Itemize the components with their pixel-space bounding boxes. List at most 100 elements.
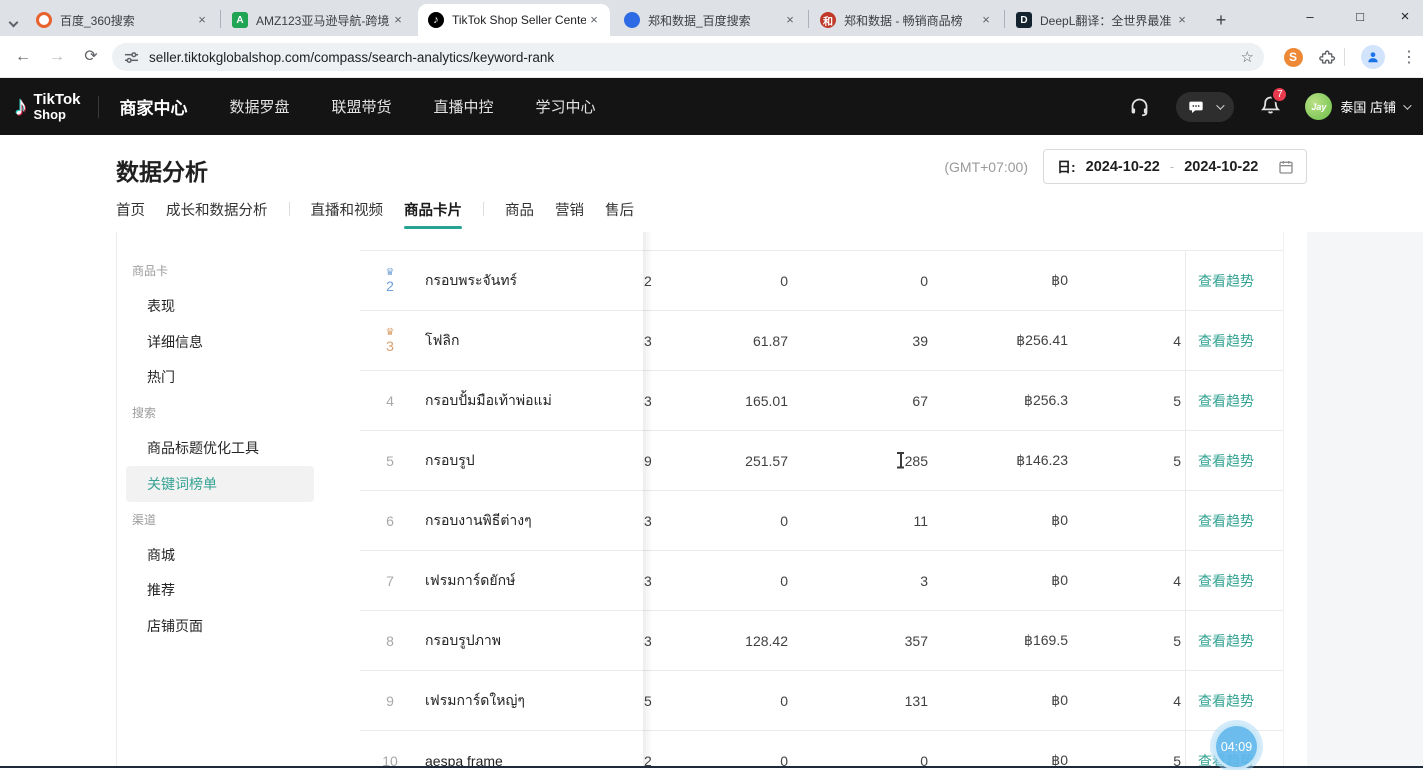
- back-button[interactable]: ←: [10, 44, 36, 70]
- sidebar-item[interactable]: 热门: [117, 360, 322, 396]
- bookmark-star-icon[interactable]: ☆: [1241, 48, 1254, 66]
- browser-tab-strip: 百度_360搜索×AAMZ123亚马逊导航-跨境×♪TikTok Shop Se…: [0, 0, 1423, 36]
- date-range-picker[interactable]: 日: 2024-10-22 - 2024-10-22: [1043, 149, 1307, 184]
- rank-number: 4: [386, 393, 394, 409]
- tab-close-icon[interactable]: ×: [782, 12, 798, 28]
- metric-value-3: ฿146.23: [928, 431, 1068, 490]
- browser-tab-2[interactable]: AAMZ123亚马逊导航-跨境×: [222, 4, 414, 36]
- date-start-value[interactable]: 2024-10-22: [1086, 159, 1160, 175]
- analytics-tab-3[interactable]: 直播和视频: [311, 199, 384, 228]
- header-nav-3[interactable]: 联盟带货: [331, 96, 391, 117]
- chat-messages-button[interactable]: [1176, 92, 1234, 122]
- rank-cell: 9: [368, 671, 412, 730]
- analytics-tab-1[interactable]: 首页: [116, 199, 145, 228]
- sidebar-item[interactable]: 商城: [117, 537, 322, 573]
- tab-close-icon[interactable]: ×: [1174, 12, 1190, 28]
- sidebar-item[interactable]: 关键词榜单: [126, 466, 314, 502]
- sidebar-item[interactable]: 店铺页面: [117, 608, 322, 644]
- sidebar-item[interactable]: 表现: [117, 289, 322, 325]
- analytics-tab-4[interactable]: 商品卡片: [404, 199, 462, 228]
- metric-value-1: 165.01: [668, 371, 788, 430]
- header-nav-5[interactable]: 学习中心: [536, 96, 596, 117]
- store-chevron-down-icon[interactable]: [1403, 101, 1411, 109]
- rank-number: 5: [386, 453, 394, 469]
- view-trend-link[interactable]: 查看趋势: [1198, 391, 1254, 411]
- reload-button[interactable]: ⟳: [78, 44, 104, 70]
- tab-close-icon[interactable]: ×: [390, 12, 406, 28]
- header-nav-2[interactable]: 数据罗盘: [229, 96, 289, 117]
- view-trend-link[interactable]: 查看趋势: [1198, 271, 1254, 291]
- clipped-right-value: [1141, 251, 1181, 310]
- sidebar-item[interactable]: 推荐: [117, 573, 322, 609]
- view-trend-link[interactable]: 查看趋势: [1198, 331, 1254, 351]
- date-end-value[interactable]: 2024-10-22: [1184, 159, 1258, 175]
- metric-value-2: 3: [808, 551, 928, 610]
- tiktok-shop-logo[interactable]: ♪ TikTok Shop: [14, 91, 80, 122]
- calendar-icon[interactable]: [1278, 159, 1294, 175]
- extensions-puzzle-icon[interactable]: [1314, 44, 1340, 70]
- view-trend-link[interactable]: 查看趋势: [1198, 511, 1254, 531]
- date-granularity-label[interactable]: 日:: [1057, 157, 1076, 177]
- clipped-left-value: 3: [644, 371, 652, 430]
- metric-value-2: 67: [808, 371, 928, 430]
- rank-cell: 5: [368, 431, 412, 490]
- keyword-rank-table: ♛2กรอบพระจันทร์200฿0查看趋势♛3โฟลิก361.8739฿…: [360, 232, 1283, 768]
- site-settings-icon[interactable]: [124, 50, 139, 65]
- browser-tab-6[interactable]: DDeepL翻译：全世界最准×: [1006, 4, 1198, 36]
- window-close-button[interactable]: ×: [1383, 0, 1423, 34]
- metric-value-1: 0: [668, 731, 788, 768]
- browser-profile-avatar[interactable]: [1360, 44, 1386, 70]
- analytics-tab-5[interactable]: 商品: [505, 199, 534, 228]
- metric-value-2: 131: [808, 671, 928, 730]
- view-trend-link[interactable]: 查看趋势: [1198, 571, 1254, 591]
- url-text[interactable]: seller.tiktokglobalshop.com/compass/sear…: [149, 50, 1241, 65]
- extension-s-icon[interactable]: S: [1280, 44, 1306, 70]
- store-name[interactable]: 泰国 店铺: [1340, 97, 1396, 116]
- analytics-tab-2[interactable]: 成长和数据分析: [166, 199, 268, 228]
- rank-number: 2: [386, 278, 394, 294]
- table-row: ♛3โฟลิก361.8739฿256.414查看趋势: [360, 311, 1283, 371]
- address-bar[interactable]: seller.tiktokglobalshop.com/compass/sear…: [112, 43, 1264, 71]
- browser-tab-4[interactable]: 郑和数据_百度搜索×: [614, 4, 806, 36]
- view-trend-link[interactable]: 查看趋势: [1198, 631, 1254, 651]
- browser-tab-3[interactable]: ♪TikTok Shop Seller Center×: [418, 4, 610, 36]
- analytics-tab-6[interactable]: 营销: [555, 199, 584, 228]
- table-row: 5กรอบรูป9251.57285฿146.235查看趋势: [360, 431, 1283, 491]
- rank-number: 8: [386, 633, 394, 649]
- store-avatar[interactable]: Jay: [1305, 93, 1332, 120]
- browser-menu-kebab-icon[interactable]: ⋮: [1396, 44, 1422, 70]
- metric-value-2: 0: [808, 251, 928, 310]
- sidebar-item[interactable]: 详细信息: [117, 324, 322, 360]
- browser-tab-1[interactable]: 百度_360搜索×: [26, 4, 218, 36]
- window-maximize-button[interactable]: □: [1338, 0, 1382, 34]
- tab-close-icon[interactable]: ×: [194, 12, 210, 28]
- window-minimize-button[interactable]: –: [1288, 0, 1332, 34]
- recording-timer-bubble[interactable]: 04:09: [1213, 723, 1260, 770]
- new-tab-button[interactable]: +: [1208, 8, 1234, 34]
- sidebar-item[interactable]: 商品标题优化工具: [117, 431, 322, 467]
- tab-close-icon[interactable]: ×: [586, 12, 602, 28]
- clipped-left-value: 2: [644, 731, 652, 768]
- clipped-left-value: 3: [644, 491, 652, 550]
- clipped-left-value: 2: [644, 251, 652, 310]
- headset-icon[interactable]: [1129, 96, 1150, 117]
- metric-value-3: ฿0: [928, 731, 1068, 768]
- table-row: 6กรอบงานพิธีต่างๆ3011฿0查看趋势: [360, 491, 1283, 551]
- browser-tab-5[interactable]: 和郑和数据 - 畅销商品榜×: [810, 4, 1002, 36]
- analytics-tab-7[interactable]: 售后: [605, 199, 634, 228]
- action-cell: 查看趋势: [1185, 551, 1283, 610]
- metric-value-1: 128.42: [668, 611, 788, 670]
- forward-button[interactable]: →: [44, 44, 70, 70]
- tab-title: DeepL翻译：全世界最准: [1040, 12, 1174, 29]
- tab-search-chevron-icon[interactable]: [10, 13, 17, 31]
- tab-close-icon[interactable]: ×: [978, 12, 994, 28]
- view-trend-link[interactable]: 查看趋势: [1198, 691, 1254, 711]
- metric-value-3: ฿0: [928, 551, 1068, 610]
- notifications-button[interactable]: 7: [1260, 94, 1281, 120]
- metric-value-1: 0: [668, 491, 788, 550]
- table-row-clipped-top: [360, 232, 1283, 251]
- view-trend-link[interactable]: 查看趋势: [1198, 451, 1254, 471]
- header-nav-1[interactable]: 商家中心: [119, 94, 187, 119]
- header-nav-4[interactable]: 直播中控: [434, 96, 494, 117]
- sidebar-section-row: 商品卡: [117, 253, 322, 289]
